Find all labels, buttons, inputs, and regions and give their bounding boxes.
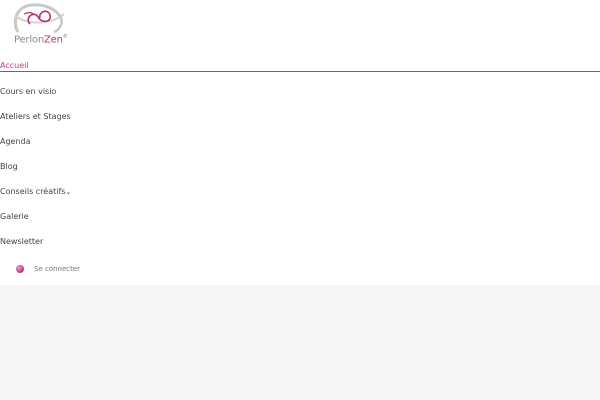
logo-wordmark: PerlonZen® [14,34,68,45]
nav-item-blog[interactable]: Blog [0,157,600,182]
nav-item-agenda[interactable]: Agenda [0,132,600,157]
perlonzen-logo[interactable]: PerlonZen® [10,2,70,52]
logo-emblem-icon [13,3,65,34]
nav-item-ateliers-et-stages[interactable]: Ateliers et Stages [0,107,600,132]
page-content-area [0,285,600,400]
nav-item-accueil[interactable]: Accueil [0,56,600,72]
logo-text-perlon: Perlon [14,34,44,46]
logo-text-zen: Zen [43,34,63,46]
user-avatar-icon [16,265,24,273]
login-link[interactable]: Se connecter [16,263,80,275]
login-label: Se connecter [34,265,81,273]
nav-item-cours-en-visio[interactable]: Cours en visio [0,82,600,107]
nav-item-newsletter[interactable]: Newsletter [0,232,600,257]
site-header: PerlonZen® Accueil Cours en visio Atelie… [0,0,600,285]
registered-mark: ® [62,34,68,40]
nav-item-conseils-creatifs-label: Conseils créatifs [0,187,66,196]
nav-item-conseils-creatifs[interactable]: Conseils créatifs⌄ [0,182,600,207]
main-navigation: Accueil Cours en visio Ateliers et Stage… [0,56,600,257]
nav-item-galerie[interactable]: Galerie [0,207,600,232]
chevron-down-icon: ⌄ [65,188,72,196]
